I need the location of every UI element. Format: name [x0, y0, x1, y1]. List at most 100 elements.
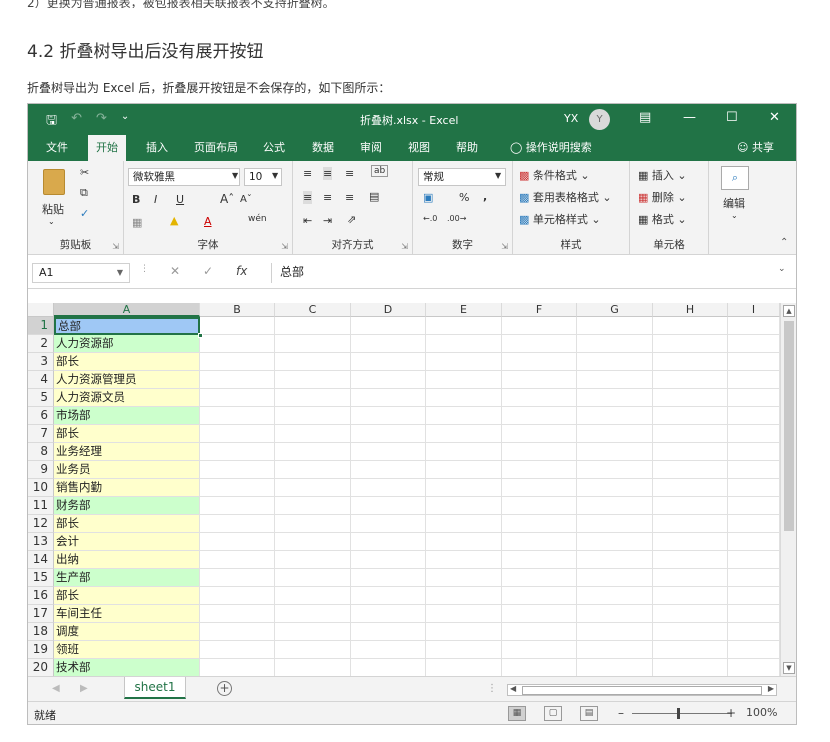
- minimize-icon[interactable]: —: [683, 110, 696, 125]
- cell[interactable]: [728, 479, 780, 497]
- cell[interactable]: [275, 659, 351, 676]
- row-header[interactable]: 2: [28, 335, 54, 353]
- cell[interactable]: [351, 551, 426, 569]
- cell[interactable]: [426, 461, 502, 479]
- font-name-dropdown-icon[interactable]: ▼: [232, 171, 238, 180]
- cell[interactable]: [351, 371, 426, 389]
- row-header[interactable]: 6: [28, 407, 54, 425]
- cell[interactable]: [275, 317, 351, 335]
- cell[interactable]: [577, 479, 653, 497]
- delete-cells-button[interactable]: ▦ 删除 ⌄: [638, 189, 687, 205]
- cell[interactable]: [502, 497, 577, 515]
- format-cells-button[interactable]: ▦ 格式 ⌄: [638, 211, 687, 227]
- cell[interactable]: [728, 425, 780, 443]
- avatar[interactable]: Y: [589, 109, 610, 130]
- borders-icon[interactable]: ▦: [132, 216, 142, 229]
- cell[interactable]: [653, 443, 728, 461]
- cell[interactable]: [728, 497, 780, 515]
- add-sheet-icon[interactable]: +: [217, 681, 232, 696]
- row-header[interactable]: 4: [28, 371, 54, 389]
- horizontal-scroll-thumb[interactable]: [522, 686, 762, 695]
- clipboard-launcher-icon[interactable]: ⇲: [112, 242, 119, 251]
- cell[interactable]: [728, 353, 780, 371]
- cell[interactable]: 市场部: [54, 407, 200, 425]
- phonetic-guide-icon[interactable]: wén: [248, 214, 267, 224]
- cell[interactable]: [426, 497, 502, 515]
- cell[interactable]: 人力资源文员: [54, 389, 200, 407]
- cell[interactable]: 出纳: [54, 551, 200, 569]
- cell[interactable]: [275, 407, 351, 425]
- cell[interactable]: 生产部: [54, 569, 200, 587]
- cell[interactable]: [577, 443, 653, 461]
- cell[interactable]: [200, 425, 275, 443]
- cell[interactable]: [653, 569, 728, 587]
- insert-cells-button[interactable]: ▦ 插入 ⌄: [638, 167, 687, 183]
- cell[interactable]: [728, 515, 780, 533]
- cell[interactable]: [426, 371, 502, 389]
- increase-decimal-icon[interactable]: ←.0: [423, 214, 437, 223]
- tab-page-layout[interactable]: 页面布局: [186, 135, 246, 161]
- maximize-icon[interactable]: ☐: [726, 110, 738, 125]
- cell[interactable]: [275, 353, 351, 371]
- bold-icon[interactable]: B: [132, 193, 140, 206]
- font-launcher-icon[interactable]: ⇲: [281, 242, 288, 251]
- cell[interactable]: [426, 353, 502, 371]
- cell[interactable]: [653, 515, 728, 533]
- decrease-indent-icon[interactable]: ⇤: [303, 214, 312, 227]
- cell[interactable]: [728, 443, 780, 461]
- cell[interactable]: [728, 533, 780, 551]
- zoom-level[interactable]: 100%: [746, 706, 777, 719]
- cell[interactable]: 车间主任: [54, 605, 200, 623]
- tab-view[interactable]: 视图: [400, 135, 438, 161]
- cell[interactable]: [351, 659, 426, 676]
- cell[interactable]: [728, 641, 780, 659]
- cell[interactable]: [275, 533, 351, 551]
- cell[interactable]: [275, 515, 351, 533]
- cell[interactable]: [200, 389, 275, 407]
- cell[interactable]: [351, 443, 426, 461]
- cell[interactable]: [426, 335, 502, 353]
- number-launcher-icon[interactable]: ⇲: [501, 242, 508, 251]
- cell[interactable]: [351, 605, 426, 623]
- row-header[interactable]: 1: [28, 317, 54, 335]
- row-header[interactable]: 18: [28, 623, 54, 641]
- orientation-icon[interactable]: ⇗: [347, 213, 356, 226]
- cell[interactable]: [577, 371, 653, 389]
- cell[interactable]: [502, 605, 577, 623]
- cell[interactable]: [728, 623, 780, 641]
- cell[interactable]: [200, 371, 275, 389]
- cell[interactable]: [577, 461, 653, 479]
- cell[interactable]: [577, 623, 653, 641]
- cell[interactable]: 财务部: [54, 497, 200, 515]
- tab-data[interactable]: 数据: [304, 135, 342, 161]
- cell[interactable]: [200, 317, 275, 335]
- paste-dropdown-icon[interactable]: ⌄: [48, 217, 55, 226]
- cell[interactable]: [577, 641, 653, 659]
- name-box[interactable]: A1 ▼: [32, 263, 130, 283]
- cell[interactable]: [577, 515, 653, 533]
- row-header[interactable]: 5: [28, 389, 54, 407]
- cell[interactable]: [426, 407, 502, 425]
- cell[interactable]: [577, 317, 653, 335]
- zoom-in-icon[interactable]: +: [726, 706, 736, 720]
- name-box-dropdown-icon[interactable]: ▼: [117, 264, 123, 282]
- cell[interactable]: [426, 605, 502, 623]
- comma-style-icon[interactable]: ,: [483, 190, 487, 203]
- cell[interactable]: [653, 551, 728, 569]
- row-header[interactable]: 17: [28, 605, 54, 623]
- cell[interactable]: [577, 659, 653, 676]
- cell[interactable]: [200, 443, 275, 461]
- ribbon-display-options-icon[interactable]: ▤: [639, 110, 651, 125]
- cell[interactable]: 部长: [54, 425, 200, 443]
- cell[interactable]: [426, 479, 502, 497]
- zoom-slider[interactable]: [632, 713, 732, 714]
- cell[interactable]: [728, 461, 780, 479]
- cell[interactable]: 技术部: [54, 659, 200, 676]
- cell[interactable]: [275, 389, 351, 407]
- cell[interactable]: [502, 533, 577, 551]
- active-cell[interactable]: 总部: [54, 317, 200, 335]
- zoom-slider-knob[interactable]: [677, 708, 680, 719]
- scroll-up-icon[interactable]: ▲: [783, 305, 795, 317]
- cell[interactable]: [502, 659, 577, 676]
- zoom-out-icon[interactable]: –: [618, 706, 624, 720]
